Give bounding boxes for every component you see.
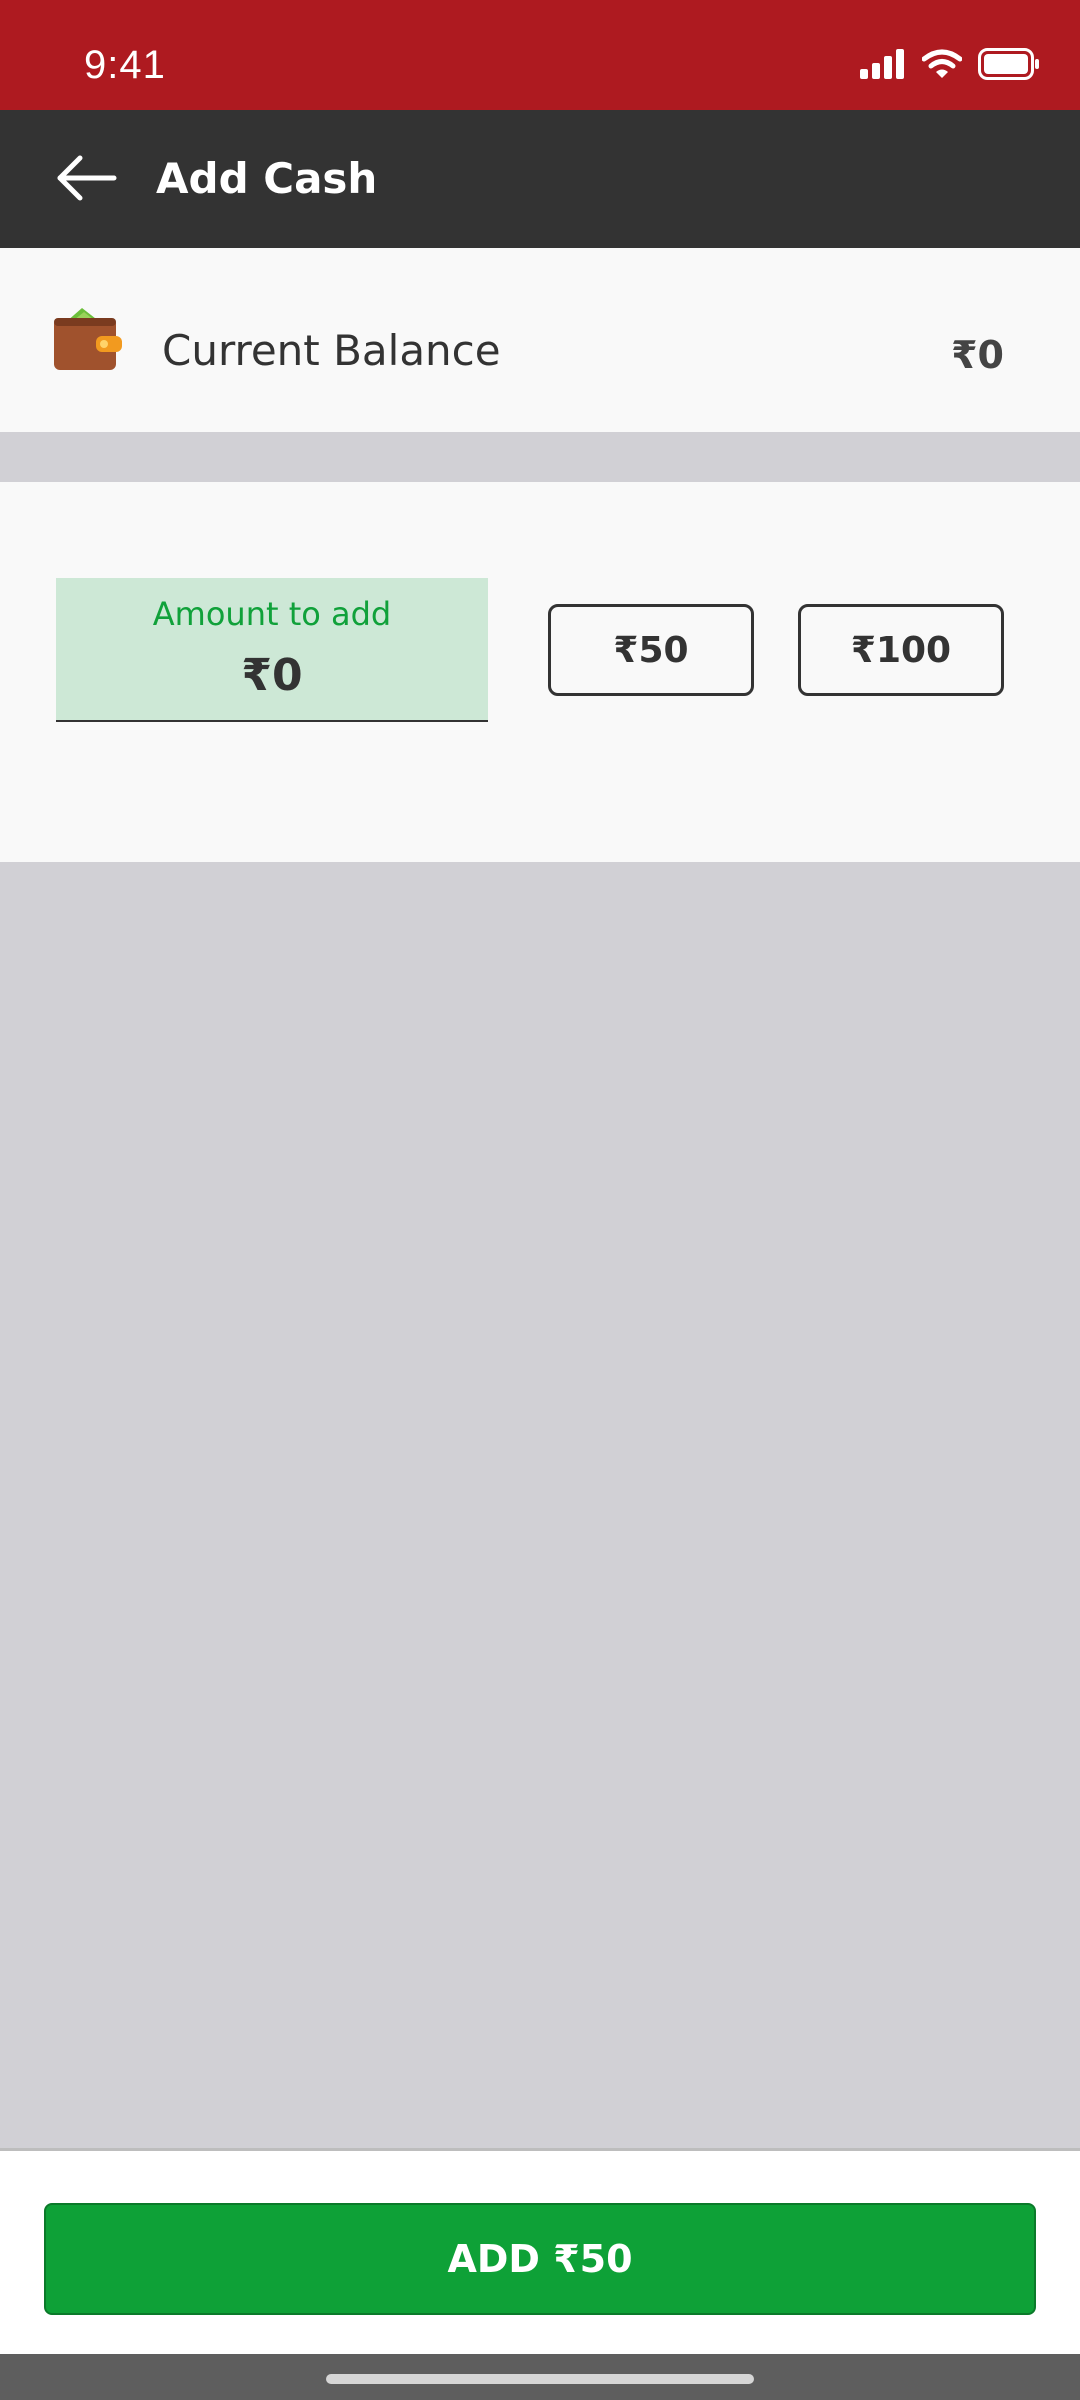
current-balance-value: ₹0 [951, 333, 1004, 377]
battery-icon [978, 47, 1040, 85]
status-time: 9:41 [84, 43, 166, 87]
wallet-icon [52, 304, 126, 378]
home-indicator[interactable] [326, 2374, 754, 2384]
status-icons [860, 47, 1040, 85]
add-cash-button[interactable]: ADD ₹50 [44, 2203, 1036, 2315]
amount-panel: Amount to add ₹0 ₹50 ₹100 [0, 482, 1080, 862]
quick-amount-100-button[interactable]: ₹100 [798, 604, 1004, 696]
app-bar: Add Cash [0, 110, 1080, 248]
current-balance-row: Current Balance ₹0 [0, 248, 1080, 432]
bottom-action-bar: ADD ₹50 [0, 2148, 1080, 2354]
back-arrow-icon [54, 154, 118, 207]
amount-input[interactable]: Amount to add ₹0 [56, 578, 488, 722]
current-balance-label: Current Balance [162, 326, 501, 375]
wifi-icon [921, 49, 963, 84]
status-bar: 9:41 [0, 0, 1080, 110]
back-button[interactable] [48, 145, 124, 215]
cellular-signal-icon [860, 48, 906, 84]
amount-input-label: Amount to add [152, 595, 392, 633]
quick-amount-50-button[interactable]: ₹50 [548, 604, 754, 696]
home-indicator-area [0, 2354, 1080, 2400]
amount-input-value: ₹0 [241, 650, 303, 701]
page-title: Add Cash [156, 154, 378, 203]
